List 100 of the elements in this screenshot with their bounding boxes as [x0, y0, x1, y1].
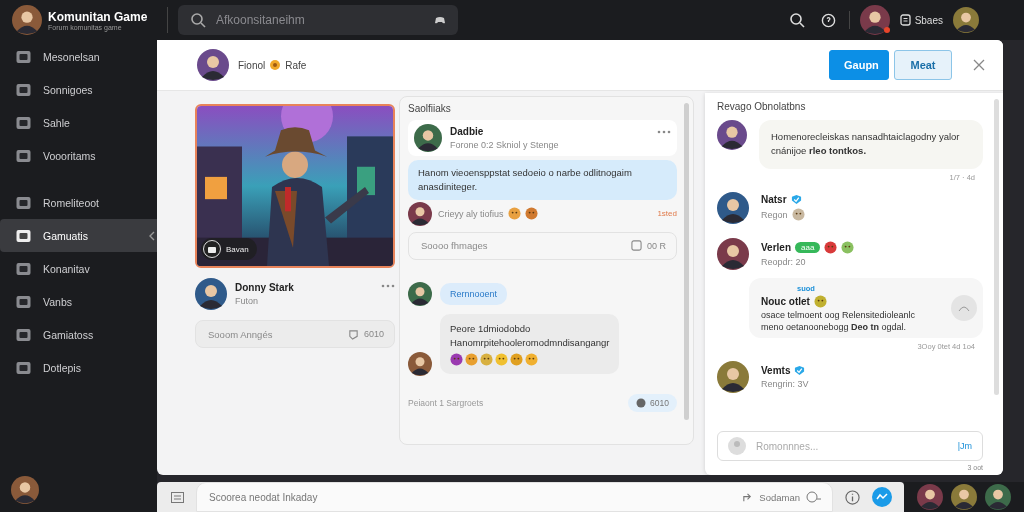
- sidebar-item[interactable]: Sahle: [0, 106, 157, 139]
- reply-text: meno oetanoonebogg Deo tn ogdal.: [761, 321, 908, 332]
- tile-icon: [16, 49, 31, 64]
- emoji-icon: [450, 352, 463, 366]
- share-icon: [742, 491, 754, 503]
- reply-input[interactable]: Soooo fhmages: [419, 239, 626, 253]
- avatar: [859, 5, 890, 35]
- avatar: [985, 484, 1011, 510]
- chat-message: Hanomrpitehooleromodmndisangangr: [450, 335, 610, 350]
- sticker-icon: [951, 294, 977, 321]
- emoji-icon: [510, 352, 523, 366]
- avatar: [195, 278, 227, 310]
- avatar: [717, 191, 749, 224]
- reply-field[interactable]: Soooo fhmages 00 R: [408, 231, 677, 260]
- reply-text: osace telmoent oog Relensitedioleanlc: [761, 309, 917, 320]
- author-name: Donny Stark: [235, 282, 295, 293]
- section-title: Saolfiiaks: [408, 103, 452, 114]
- avatar: [717, 360, 749, 393]
- list-icon[interactable]: [171, 491, 184, 503]
- tile-icon: [16, 195, 31, 210]
- message-field[interactable]: Scoorea neodat Inkaday Sodaman: [196, 482, 833, 512]
- help-icon[interactable]: [820, 12, 836, 28]
- post-meta: Forone 0:2 Skniol y Stenge: [450, 140, 560, 150]
- chat-footer: Peiaont 1 Sargroets: [408, 397, 484, 408]
- emoji-icon: [791, 208, 805, 221]
- more-icon[interactable]: [381, 284, 395, 288]
- avatar: [917, 484, 943, 510]
- reaction-text: Crieyy aly tiofius: [438, 208, 504, 219]
- app-title: Komunitan Game: [48, 9, 148, 24]
- avatar: [951, 484, 977, 510]
- chat-tag: Rernnooent: [440, 282, 508, 305]
- emoji-icon: [813, 294, 827, 308]
- tile-icon: [16, 360, 31, 375]
- tile-icon: [16, 82, 31, 97]
- dialog-button[interactable]: Meat: [894, 50, 952, 80]
- emoji-icon: [525, 352, 538, 366]
- emoji-icon: [524, 207, 538, 221]
- search-field[interactable]: Afkoonsitaneihm: [178, 5, 458, 35]
- messenger-icon[interactable]: [872, 487, 892, 507]
- user-name: Fionol: [238, 59, 266, 71]
- tile-icon: [16, 261, 31, 276]
- user-subtitle: Regon: [761, 209, 788, 220]
- search-icon[interactable]: [788, 12, 805, 28]
- camera-icon: [203, 240, 221, 258]
- sidebar-item[interactable]: Gamiatoss: [0, 318, 157, 351]
- comment-input[interactable]: Romonnnes... |Jm: [717, 431, 983, 461]
- avatar: [717, 120, 747, 150]
- picture-badge: Bavan: [201, 238, 257, 260]
- sidebar-item[interactable]: Mesonelsan: [0, 40, 157, 73]
- chevron-icon: [148, 230, 155, 241]
- avatar: [414, 124, 442, 152]
- sidebar-item[interactable]: Gamuatis: [0, 219, 157, 252]
- gamepad-icon: [434, 15, 446, 25]
- emoji-icon: [824, 240, 838, 254]
- tile-icon: [16, 115, 31, 130]
- avatar: [408, 201, 432, 226]
- avatar: [197, 49, 229, 81]
- sidebar-item[interactable]: Dotlepis: [0, 351, 157, 384]
- tile-icon: [16, 294, 31, 309]
- close-icon[interactable]: [973, 59, 985, 71]
- search-input[interactable]: Afkoonsitaneihm: [214, 12, 426, 28]
- post-text: Hanom vieoensppstat sedoeio o narbe odlitnogaim anasdiniteger.: [408, 160, 677, 200]
- emoji-icon: [495, 352, 508, 366]
- saves-button[interactable]: Sbaes: [899, 14, 943, 26]
- comment-text: Homenorecleiskas nansadhtaiclagodny yalor cnánijoe rleo tontkos.: [759, 120, 983, 169]
- avatar: [12, 5, 42, 35]
- sidebar-item[interactable]: Vanbs: [0, 285, 157, 318]
- reply-title: Nouc otlet: [761, 295, 810, 307]
- post-author: Dadbie: [450, 126, 485, 137]
- user-name: Verlen: [761, 241, 792, 253]
- avatar: [11, 476, 39, 504]
- tile-icon: [16, 228, 31, 243]
- like-count[interactable]: 6010: [628, 393, 677, 412]
- reaction-time: 1sted: [657, 209, 677, 219]
- comment-input[interactable]: Sooom Anngés: [206, 327, 343, 341]
- author-subtitle: Futon: [235, 296, 259, 306]
- info-icon[interactable]: [845, 489, 860, 505]
- emoji-icon: [480, 352, 493, 366]
- user-subtitle: Rengrin: 3V: [761, 378, 810, 389]
- sidebar-item[interactable]: Sonnigoes: [0, 73, 157, 106]
- level-badge: aaa: [795, 241, 821, 253]
- sidebar-item[interactable]: Konanitav: [0, 252, 157, 285]
- square-icon: [631, 240, 642, 252]
- chat-message: Peore 1dmiodobdo: [450, 321, 532, 336]
- document-icon: [899, 14, 911, 26]
- user-subtitle: Reopdr: 20: [761, 256, 806, 267]
- coin-icon: [270, 60, 281, 70]
- sidebar-item[interactable]: Romeliteoot: [0, 186, 157, 219]
- emoji-icon: [841, 240, 855, 254]
- section-title: Revago Obnolatbns: [717, 101, 807, 112]
- user-name: Vemts: [761, 364, 791, 376]
- more-icon[interactable]: [657, 130, 671, 134]
- search-icon: [190, 12, 206, 28]
- user-status: Rafe: [285, 59, 307, 71]
- emoji-icon: [465, 352, 478, 366]
- avatar: [728, 437, 746, 455]
- sidebar-item[interactable]: Voooritams: [0, 139, 157, 172]
- tile-icon: [16, 148, 31, 163]
- avatar: [953, 7, 979, 33]
- message-input[interactable]: Scoorea neodat Inkaday: [207, 490, 737, 504]
